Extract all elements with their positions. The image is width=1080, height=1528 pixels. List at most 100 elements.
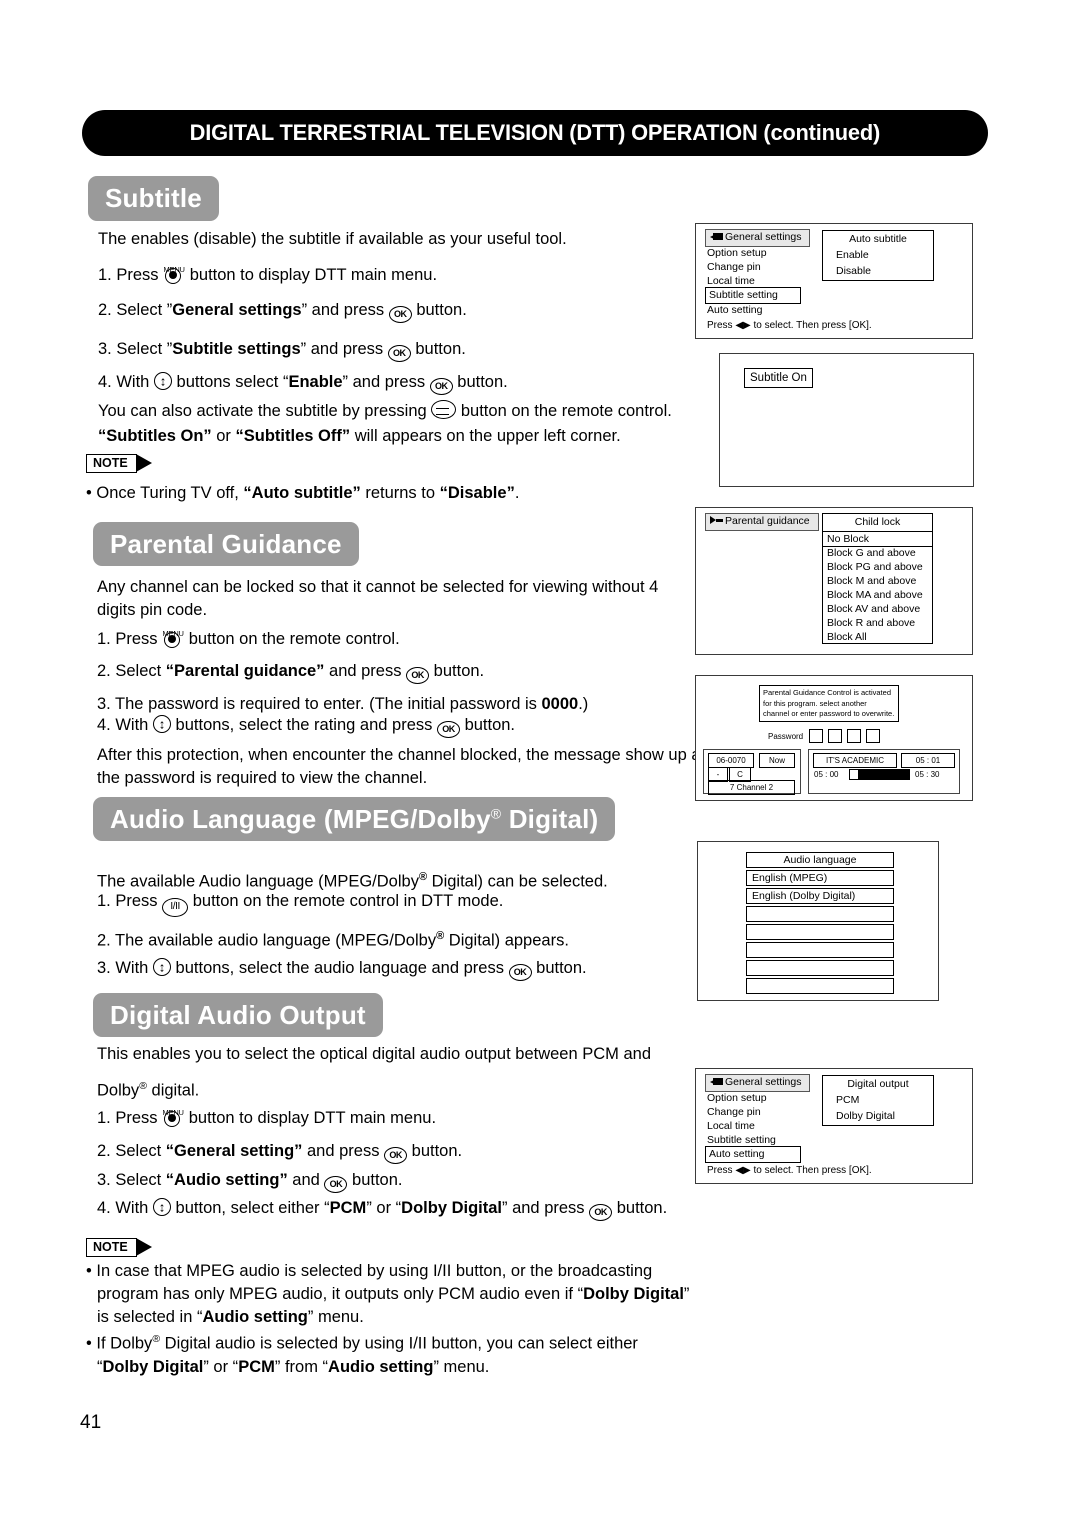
osd-submenu-digital-output: Digital output PCM Dolby Digital (822, 1075, 934, 1126)
osd-submenu-option-disable[interactable]: Disable (823, 263, 933, 279)
dao-note-1-c: ” (683, 1285, 690, 1303)
osd-general-settings-audio: General settings Option setup Change pin… (695, 1068, 973, 1184)
parental-step-4-post: button. (464, 716, 516, 734)
password-cell-4[interactable] (866, 729, 880, 743)
dao-note-2-e: ” from “ (274, 1357, 329, 1376)
parental-intro-text: Any channel can be locked so that it can… (97, 578, 659, 619)
subtitle-button-icon (431, 400, 457, 419)
up-down-button-icon (152, 958, 171, 976)
password-cell-2[interactable] (828, 729, 842, 743)
page-number: 41 (80, 1412, 102, 1433)
osd-menu-item-option-setup[interactable]: Option setup (707, 246, 767, 261)
osd-child-lock-option-block-m[interactable]: Block M and above (823, 574, 933, 588)
osd-menu-title-text: Parental guidance (725, 515, 810, 527)
section-heading-audio-language-label: Audio Language (MPEG/Dolby® Digital) (110, 804, 598, 835)
osd-submenu-title: Child lock (854, 516, 901, 528)
osd-child-lock-option-block-ma[interactable]: Block MA and above (823, 588, 933, 602)
subtitles-off-label: “Subtitles Off” (235, 427, 351, 445)
dao-note-1-b: program has only MPEG audio, it outputs … (97, 1285, 584, 1303)
disable-label: “Disable” (439, 484, 515, 502)
osd-child-lock-option-block-g[interactable]: Block G and above (823, 546, 933, 560)
osd-submenu-title: Digital output (847, 1078, 909, 1090)
osd-child-lock-option-block-all[interactable]: Block All (823, 630, 933, 644)
subtitle-step-1-post: button to display DTT main menu. (189, 266, 438, 284)
dao-note-1-a: • In case that MPEG audio is selected by… (86, 1262, 653, 1280)
registered-mark-icon: ® (436, 930, 445, 942)
audio-language-step-2-a: 2. The available audio language (MPEG/Do… (97, 931, 437, 950)
subtitle-step-2-post: button. (416, 301, 467, 319)
epg-program-title: IT'S ACADEMIC (813, 753, 897, 768)
audio-language-row-4[interactable] (746, 924, 894, 940)
dao-note-2-a: • If Dolby (86, 1334, 153, 1353)
audio-language-step-2: 2. The available audio language (MPEG/Do… (97, 925, 707, 953)
epg-program-panel: IT'S ACADEMIC 05 : 01 05 : 00 05 : 30 (808, 749, 960, 794)
audio-language-row-1[interactable]: English (MPEG) (746, 870, 894, 886)
osd-menu-item-change-pin[interactable]: Change pin (707, 1105, 761, 1120)
osd-submenu-option-enable[interactable]: Enable (823, 247, 933, 263)
osd-menu-item-option-setup[interactable]: Option setup (707, 1091, 767, 1106)
parental-step-1-post: button on the remote control. (188, 630, 400, 648)
osd-menu-title-parental-guidance: Parental guidance (705, 513, 819, 531)
osd-child-lock-option-block-r[interactable]: Block R and above (823, 616, 933, 630)
osd-audio-language-panel: Audio language English (MPEG) English (D… (697, 841, 939, 1001)
audio-language-row-2[interactable]: English (Dolby Digital) (746, 888, 894, 904)
ok-button-icon: OK (589, 1204, 613, 1221)
menu-button-icon: MENU (162, 625, 184, 648)
epg-end-time: 05 : 30 (915, 770, 940, 779)
osd-menu-item-label: Option setup (707, 247, 767, 259)
dao-step-3-mid: and (287, 1171, 320, 1189)
dao-note-1-d: is selected in “ (97, 1308, 203, 1326)
osd-submenu-option-pcm[interactable]: PCM (823, 1092, 933, 1108)
section-heading-subtitle: Subtitle (88, 176, 219, 221)
osd-menu-item-change-pin[interactable]: Change pin (707, 260, 761, 275)
audio-language-step-3: 3. With buttons, select the audio langua… (97, 957, 717, 981)
dao-intro-line2-b: digital. (146, 1081, 200, 1100)
audio-language-heading-a: Audio Language (MPEG/Dolby (110, 803, 491, 834)
audio-language-intro-a: The available Audio language (MPEG/Dolby (97, 872, 419, 891)
subtitle-intro: The enables (disable) the subtitle if av… (98, 228, 688, 251)
dao-step-1: 1. Press MENU button to display DTT main… (97, 1104, 697, 1130)
subtitle-extra-or: or (211, 427, 236, 445)
osd-child-lock-option-no-block[interactable]: No Block (822, 531, 933, 547)
section-heading-audio-language: Audio Language (MPEG/Dolby® Digital) (93, 797, 616, 841)
registered-mark-icon: ® (490, 804, 502, 821)
up-down-button-icon (152, 1198, 171, 1216)
audio-language-row-3[interactable] (746, 906, 894, 922)
osd-child-lock-option-label: Block G and above (827, 547, 916, 559)
dao-step-3-pre: 3. Select (97, 1171, 166, 1189)
subtitles-on-label: “Subtitles On” (98, 427, 212, 445)
subtitle-on-badge: Subtitle On (744, 368, 813, 388)
dao-note-1-e: ” menu. (307, 1308, 364, 1326)
ok-button-icon: OK (436, 721, 460, 738)
audio-setting-label: Audio setting (202, 1308, 308, 1326)
subtitle-extra-tail: will appears on the upper left corner. (350, 427, 621, 445)
audio-language-row-7[interactable] (746, 978, 894, 994)
general-settings-icon (710, 1078, 723, 1085)
subtitle-step-1: 1. Press MENU button to display DTT main… (98, 261, 698, 287)
osd-submenu-option-dolby-digital[interactable]: Dolby Digital (823, 1108, 933, 1124)
osd-menu-item-label: Subtitle setting (707, 1134, 776, 1146)
ok-button-icon: OK (384, 1147, 408, 1164)
password-dialog-message: Parental Guidance Control is activated f… (759, 685, 899, 722)
subtitle-note-mid: returns to (360, 484, 440, 502)
osd-menu-item-auto-setting[interactable]: Auto setting (707, 303, 762, 318)
dao-step-4-mid2: ” or “ (366, 1199, 402, 1217)
note-flag-arrow-icon (135, 454, 152, 472)
ok-button-icon: OK (387, 345, 411, 362)
password-cell-3[interactable] (847, 729, 861, 743)
epg-program-clock: 05 : 01 (901, 753, 955, 768)
osd-menu-item-auto-setting[interactable]: Auto setting (705, 1146, 801, 1163)
audio-language-title: Audio language (746, 852, 894, 868)
audio-language-row-5[interactable] (746, 942, 894, 958)
osd-menu-item-label: Auto setting (707, 304, 763, 316)
osd-child-lock-option-block-av[interactable]: Block AV and above (823, 602, 933, 616)
password-cell-1[interactable] (809, 729, 823, 743)
osd-menu-item-subtitle-setting[interactable]: Subtitle setting (705, 287, 801, 304)
ok-button-icon: OK (406, 667, 430, 684)
dao-step-1-pre: 1. Press (97, 1109, 158, 1127)
osd-child-lock-option-block-pg[interactable]: Block PG and above (823, 560, 933, 574)
dao-step-4: 4. With button, select either “PCM” or “… (97, 1197, 737, 1221)
osd-menu-item-local-time[interactable]: Local time (707, 1119, 755, 1134)
parental-intro: Any channel can be locked so that it can… (97, 576, 687, 622)
audio-language-row-6[interactable] (746, 960, 894, 976)
